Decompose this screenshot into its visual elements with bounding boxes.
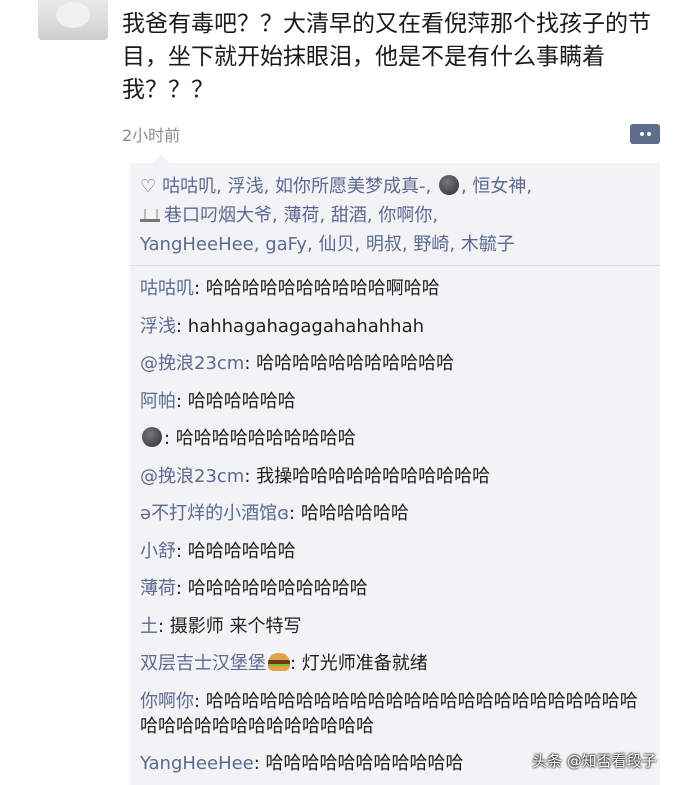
comment-text: : 哈哈哈哈哈哈哈哈哈哈哈: [244, 353, 455, 374]
comment-text: : hahhagahagagahahahhah: [176, 315, 425, 337]
likes-line-3[interactable]: YangHeeHee, gaFy, 仙贝, 明叔, 野崎, 木毓子: [140, 234, 515, 255]
comment-text: : 灯光师准备就绪: [290, 653, 428, 674]
comment-action-button[interactable]: [630, 124, 660, 144]
post-text: 我爸有毒吧？？大清早的又在看倪萍那个找孩子的节目，坐下就开始抹眼泪，他是不是有什…: [122, 11, 651, 103]
comment-text: : 哈哈哈哈哈哈哈哈哈哈啊哈哈: [194, 278, 440, 299]
comment-text: : 哈哈哈哈哈哈: [176, 390, 296, 412]
comment-item[interactable]: 薄荷: 哈哈哈哈哈哈哈哈哈哈: [140, 576, 650, 601]
comment-text: : 哈哈哈哈哈哈: [289, 503, 409, 524]
comment-author[interactable]: 薄荷: [140, 578, 176, 599]
heart-icon: ♡: [140, 176, 157, 197]
comment-item[interactable]: 阿帕: 哈哈哈哈哈哈: [140, 389, 650, 414]
interaction-panel: ♡ 咕咕叽, 浮浅, 如你所愿美梦成真-, , 恒女神, 巷口叼烟大爷, 薄荷, …: [130, 163, 660, 785]
comment-text: : 摄影师 来个特写: [158, 615, 302, 637]
comment-text: : 哈哈哈哈哈哈: [176, 540, 296, 562]
comment-text: : 哈哈哈哈哈哈哈哈哈哈: [176, 578, 368, 599]
comment-item[interactable]: 小舒: 哈哈哈哈哈哈: [140, 539, 650, 564]
comment-author[interactable]: @挽浪23cm: [140, 466, 244, 487]
comment-list: 咕咕叽: 哈哈哈哈哈哈哈哈哈哈啊哈哈 浮浅: hahhagahagagahaha…: [130, 266, 660, 776]
comment-author[interactable]: @挽浪23cm: [140, 353, 244, 374]
comment-item[interactable]: 浮浅: hahhagahagagahahahhah: [140, 314, 650, 339]
burger-emoji-icon: [268, 653, 290, 671]
likes-line-1b[interactable]: , 恒女神,: [461, 176, 532, 197]
comment-item[interactable]: 双层吉士汉堡堡 : 灯光师准备就绪: [140, 651, 650, 676]
comment-text: : 哈哈哈哈哈哈哈哈哈哈哈哈哈哈哈哈哈哈哈哈哈哈哈哈哈哈哈哈哈哈哈哈哈哈哈哈哈: [140, 690, 638, 737]
comment-item[interactable]: ə不打烊的小酒馆ɞ: 哈哈哈哈哈哈: [140, 501, 650, 526]
comment-text: : 哈哈哈哈哈哈哈哈哈哈: [164, 428, 356, 449]
comment-author[interactable]: 土: [140, 616, 158, 637]
avatar[interactable]: [38, 0, 108, 40]
comment-item[interactable]: 你啊你: 哈哈哈哈哈哈哈哈哈哈哈哈哈哈哈哈哈哈哈哈哈哈哈哈哈哈哈哈哈哈哈哈哈哈哈…: [140, 689, 650, 739]
comment-item[interactable]: @挽浪23cm: 哈哈哈哈哈哈哈哈哈哈哈: [140, 351, 650, 376]
comment-author[interactable]: ə不打烊的小酒馆ɞ: [140, 503, 289, 524]
post-timestamp: 2小时前: [122, 126, 181, 145]
comment-item[interactable]: 咕咕叽: 哈哈哈哈哈哈哈哈哈哈啊哈哈: [140, 276, 650, 301]
comment-author[interactable]: 双层吉士汉堡堡: [140, 653, 266, 674]
comment-author[interactable]: 浮浅: [140, 316, 176, 337]
ball-emoji-icon[interactable]: [142, 427, 162, 447]
watermark: 头条 @知否看段子: [532, 752, 657, 770]
likes-line-1[interactable]: 咕咕叽, 浮浅, 如你所愿美梦成真-,: [162, 176, 437, 197]
comment-author[interactable]: 咕咕叽: [140, 278, 194, 299]
comment-text: : 哈哈哈哈哈哈哈哈哈哈哈: [253, 753, 464, 774]
comment-item[interactable]: @挽浪23cm: 我操哈哈哈哈哈哈哈哈哈哈哈: [140, 464, 650, 489]
comment-author[interactable]: 你啊你: [140, 691, 194, 712]
likes-list: ♡ 咕咕叽, 浮浅, 如你所愿美梦成真-, , 恒女神, 巷口叼烟大爷, 薄荷, …: [130, 163, 660, 266]
comment-author[interactable]: 阿帕: [140, 391, 176, 412]
ball-emoji-icon: [438, 175, 459, 195]
likes-line-2[interactable]: 巷口叼烟大爷, 薄荷, 甜酒, 你啊你,: [164, 205, 438, 226]
comment-item[interactable]: : 哈哈哈哈哈哈哈哈哈哈: [140, 426, 650, 451]
comment-item[interactable]: 土: 摄影师 来个特写: [140, 614, 650, 639]
comment-text: : 我操哈哈哈哈哈哈哈哈哈哈哈: [244, 465, 491, 487]
cigarette-emoji-icon: [140, 205, 160, 222]
comment-author[interactable]: YangHeeHee: [140, 753, 254, 774]
comment-author[interactable]: 小舒: [140, 541, 176, 562]
